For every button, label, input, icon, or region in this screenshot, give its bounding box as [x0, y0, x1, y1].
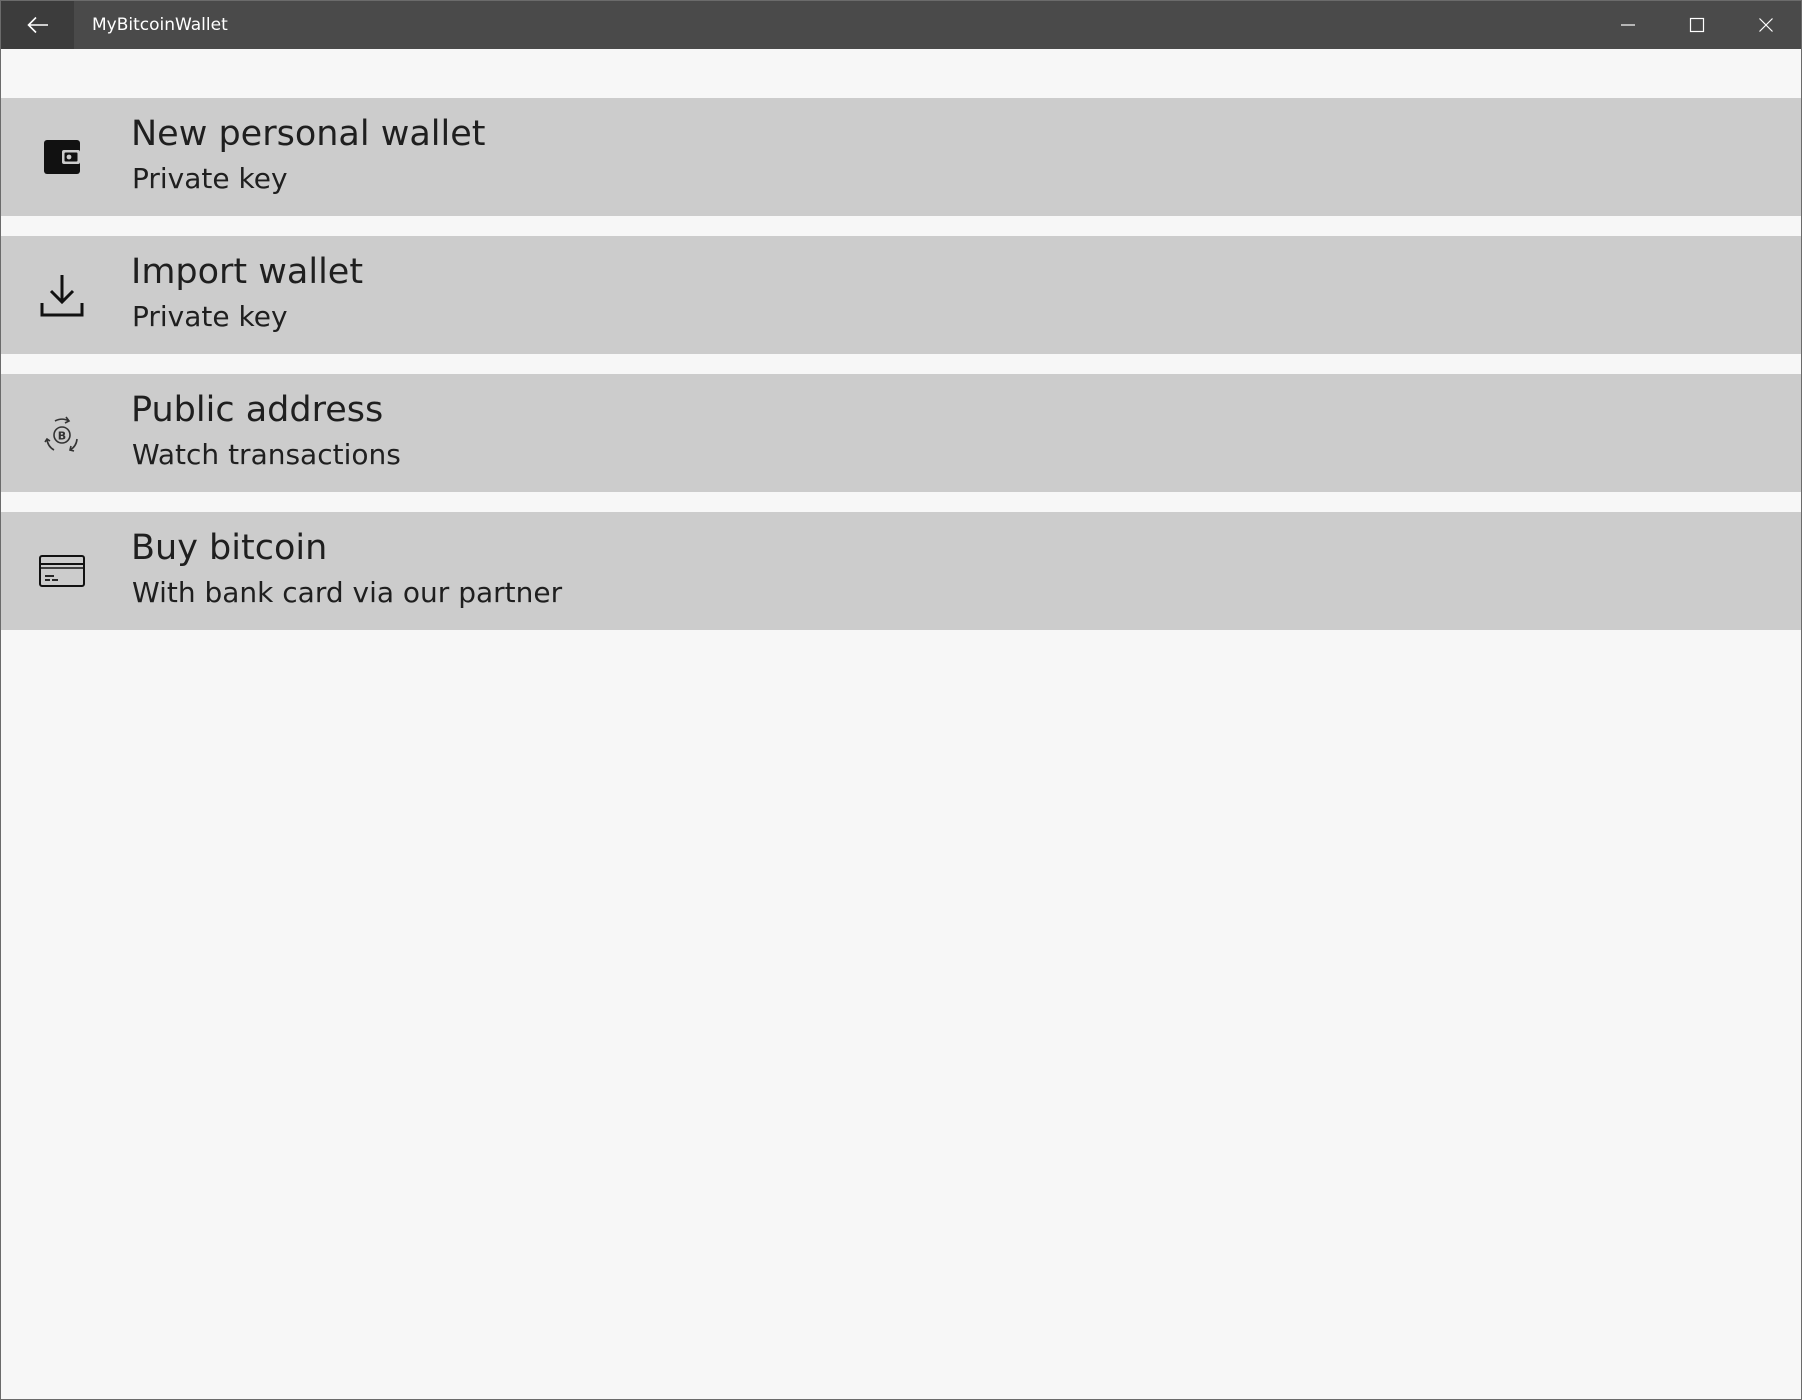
menu-item-import-wallet[interactable]: Import wallet Private key — [1, 236, 1801, 354]
back-button[interactable] — [1, 1, 74, 49]
menu-item-public-address[interactable]: B Public address Watch transactions — [1, 374, 1801, 492]
menu-item-new-personal-wallet[interactable]: New personal wallet Private key — [1, 98, 1801, 216]
close-icon — [1758, 18, 1773, 32]
credit-card-icon — [37, 546, 87, 596]
back-arrow-icon — [26, 16, 48, 34]
download-icon — [37, 270, 87, 320]
maximize-icon — [1689, 17, 1704, 33]
close-button[interactable] — [1731, 1, 1800, 49]
menu-item-title: Public address — [131, 390, 384, 430]
menu-item-title: Buy bitcoin — [131, 528, 328, 568]
menu-item-subtitle: Watch transactions — [132, 438, 401, 471]
minimize-icon — [1620, 24, 1635, 26]
menu-item-subtitle: Private key — [132, 300, 288, 333]
menu-item-title: New personal wallet — [131, 114, 486, 154]
svg-text:B: B — [58, 430, 66, 443]
menu-item-title: Import wallet — [131, 252, 364, 292]
maximize-button[interactable] — [1662, 1, 1731, 49]
menu-item-buy-bitcoin[interactable]: Buy bitcoin With bank card via our partn… — [1, 512, 1801, 630]
minimize-button[interactable] — [1593, 1, 1662, 49]
main-content: New personal wallet Private key Import w… — [1, 49, 1801, 1399]
app-title: MyBitcoinWallet — [92, 15, 228, 35]
app-window: MyBitcoinWallet New personal wallet Priv… — [0, 0, 1802, 1400]
title-bar: MyBitcoinWallet — [1, 1, 1801, 49]
bitcoin-cycle-icon: B — [37, 408, 87, 458]
menu-item-subtitle: Private key — [132, 162, 288, 195]
menu-item-subtitle: With bank card via our partner — [132, 576, 563, 609]
wallet-icon — [37, 132, 87, 182]
